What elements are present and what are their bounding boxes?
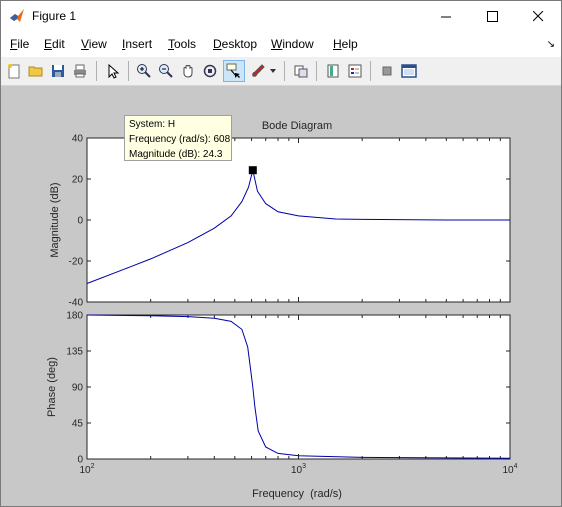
link-plot-icon [294,65,308,78]
window-title: Figure 1 [32,9,77,23]
save-button[interactable] [47,60,69,82]
close-button[interactable] [515,1,561,32]
menu-view[interactable]: View [81,37,107,51]
print-icon [74,64,86,78]
menu-window[interactable]: Window [271,37,314,51]
phase-ytick-label: 45 [72,419,84,430]
menu-edit-rest: dit [52,37,65,51]
bode-plot[interactable]: Bode Diagram 40 20 0 -20 -40 180 135 90 45 0 102… [1,86,561,506]
menu-help-rest: elp [341,37,358,51]
phase-ytick-label: 0 [77,455,83,466]
toolbar-separator [96,61,97,81]
datatip-system: System: H [129,119,176,130]
zoom-in-icon [137,64,151,78]
close-icon [532,11,543,22]
rotate-3d-button[interactable] [199,60,221,82]
phase-ylabel: Phase (deg) [46,357,58,417]
open-file-button[interactable] [25,60,47,82]
brush-icon [252,64,265,77]
data-cursor-button[interactable] [223,60,245,82]
toolbar-separator [284,61,285,81]
hide-plot-tools-icon [382,66,392,76]
zoom-out-icon [159,64,173,78]
menu-tools-rest: ools [174,37,197,51]
print-button[interactable] [69,60,91,82]
save-icon [52,65,64,77]
open-file-icon [28,66,43,77]
colorbar-icon [327,64,339,78]
toolbar-separator [128,61,129,81]
brush-button[interactable] [247,60,269,82]
menu-view-rest: iew [88,37,107,51]
new-figure-button[interactable] [3,60,25,82]
magnitude-ytick-label: 0 [77,216,83,227]
menu-file-rest: ile [17,37,30,51]
colorbar-button[interactable] [322,60,344,82]
menu-bar: File Edit View Insert Tools Desktop Wind… [1,33,561,55]
x-tick-label: 103 [291,463,306,476]
magnitude-ytick-label: 40 [72,134,84,145]
menu-window-rest: indow [282,37,314,51]
magnitude-ylabel: Magnitude (dB) [49,182,61,257]
zoom-in-button[interactable] [133,60,155,82]
chevron-down-icon [270,69,276,73]
chart-title: Bode Diagram [262,120,332,132]
menu-insert-rest: nsert [125,37,153,51]
datatip-marker[interactable] [248,166,257,175]
data-cursor-icon [226,63,240,78]
maximize-button[interactable] [469,1,515,32]
menu-desktop-rest: esktop [221,37,258,51]
magnitude-ytick-label: -20 [69,257,84,268]
figure-canvas[interactable]: Bode Diagram 40 20 0 -20 -40 180 135 90 45 0 102… [1,86,561,506]
legend-button[interactable] [344,60,366,82]
datatip-frequency: Frequency (rad/s): 608 [129,134,231,145]
minimize-button[interactable] [423,1,469,32]
phase-ytick-label: 135 [66,347,83,358]
brush-dropdown[interactable] [267,60,279,82]
x-tick-label: 104 [502,463,517,476]
menu-tools[interactable]: Tools [168,37,196,51]
pan-button[interactable] [177,60,199,82]
hide-plot-tools-button[interactable] [376,60,398,82]
phase-axes[interactable] [86,314,511,460]
magnitude-ytick-label: 20 [72,175,84,186]
title-bar[interactable]: Figure 1 [1,1,561,32]
menu-file[interactable]: File [10,37,29,51]
link-plot-button[interactable] [290,60,312,82]
menu-insert[interactable]: Insert [122,37,152,51]
maximize-icon [486,11,498,22]
datatip-box[interactable]: System: H Frequency (rad/s): 608 Magnitu… [124,115,232,161]
show-plot-tools-button[interactable] [398,60,420,82]
toolbar-separator [316,61,317,81]
rotate-3d-icon [203,64,217,78]
minimize-icon [440,16,451,18]
legend-icon [348,64,362,78]
matlab-logo-icon [10,9,24,22]
edit-plot-button[interactable] [102,60,124,82]
menu-edit[interactable]: Edit [44,37,65,51]
zoom-out-button[interactable] [155,60,177,82]
x-axis-label: Frequency (rad/s) [252,488,342,500]
edit-plot-arrow-icon [108,63,120,79]
x-tick-label: 102 [79,463,94,476]
dock-arrow-icon[interactable]: ↘ [547,39,555,50]
datatip-magnitude: Magnitude (dB): 24.3 [129,149,223,160]
show-plot-tools-icon [401,64,417,78]
figure-window: Figure 1 File Edit View Insert Tools Des… [0,0,562,507]
new-figure-icon [8,64,20,79]
menu-help[interactable]: Help [333,37,358,51]
magnitude-ytick-label: -40 [69,298,84,309]
phase-ytick-label: 90 [72,383,84,394]
menu-desktop[interactable]: Desktop [213,37,257,51]
figure-toolbar [1,57,561,86]
pan-hand-icon [183,65,193,78]
toolbar-separator [370,61,371,81]
phase-ytick-label: 180 [66,311,83,322]
